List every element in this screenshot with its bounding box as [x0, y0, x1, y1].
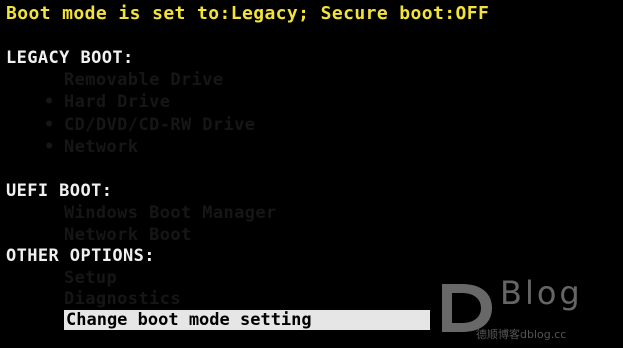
- boot-option-removable-drive[interactable]: Removable Drive: [64, 69, 224, 91]
- option-setup[interactable]: Setup: [64, 267, 117, 289]
- boot-menu-screen: Boot mode is set to:Legacy; Secure boot:…: [0, 0, 623, 348]
- boot-option-windows-boot-manager[interactable]: Windows Boot Manager: [64, 202, 277, 224]
- option-diagnostics[interactable]: Diagnostics: [64, 288, 181, 310]
- uefi-boot-heading: UEFI BOOT:: [6, 181, 113, 201]
- boot-option-network[interactable]: • Network: [44, 136, 138, 158]
- boot-option-hard-drive[interactable]: • Hard Drive: [44, 91, 170, 113]
- other-options-heading: OTHER OPTIONS:: [6, 246, 155, 266]
- boot-option-network-boot[interactable]: Network Boot: [64, 224, 192, 246]
- watermark-brand: Blog: [500, 274, 583, 312]
- bullet-icon: •: [44, 137, 55, 157]
- boot-option-cd-dvd-drive[interactable]: • CD/DVD/CD-RW Drive: [44, 114, 255, 136]
- watermark-caption: 德顺博客dblog.cc: [476, 328, 567, 341]
- bullet-icon: •: [44, 92, 55, 112]
- bullet-icon: •: [44, 115, 55, 135]
- boot-mode-status: Boot mode is set to:Legacy; Secure boot:…: [6, 3, 490, 24]
- watermark: Blog 德顺博客dblog.cc: [436, 274, 621, 344]
- legacy-boot-heading: LEGACY BOOT:: [6, 48, 134, 68]
- option-change-boot-mode-setting[interactable]: Change boot mode setting: [64, 310, 430, 330]
